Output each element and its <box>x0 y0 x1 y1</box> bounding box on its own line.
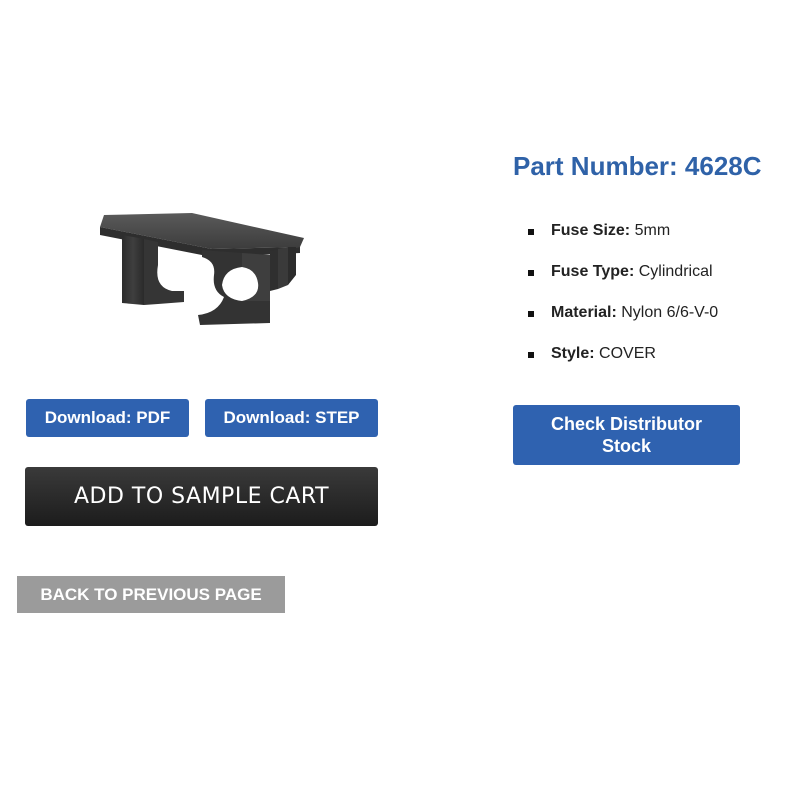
spec-value: 5mm <box>634 222 671 239</box>
add-to-sample-cart-button[interactable]: ADD TO SAMPLE CART <box>25 467 378 526</box>
spec-list: Fuse Size: 5mm Fuse Type: Cylindrical Ma… <box>528 220 718 384</box>
spec-key: Fuse Size: <box>551 222 631 239</box>
product-image <box>100 213 304 325</box>
spec-value: Nylon 6/6-V-0 <box>621 304 719 321</box>
spec-material: Material: Nylon 6/6-V-0 <box>528 302 718 343</box>
check-distributor-stock-button[interactable]: Check Distributor Stock <box>513 405 740 465</box>
download-step-button[interactable]: Download: STEP <box>205 399 378 437</box>
spec-fuse-type: Fuse Type: Cylindrical <box>528 261 718 302</box>
part-number-title: Part Number: 4628C <box>513 151 762 181</box>
spec-value: COVER <box>599 345 656 362</box>
spec-key: Style: <box>551 345 595 362</box>
spec-key: Fuse Type: <box>551 263 635 280</box>
download-pdf-button[interactable]: Download: PDF <box>26 399 189 437</box>
spec-value: Cylindrical <box>638 263 713 280</box>
spec-key: Material: <box>551 304 617 321</box>
back-to-previous-page-button[interactable]: BACK TO PREVIOUS PAGE <box>17 576 285 613</box>
spec-fuse-size: Fuse Size: 5mm <box>528 220 718 261</box>
spec-style: Style: COVER <box>528 343 718 384</box>
